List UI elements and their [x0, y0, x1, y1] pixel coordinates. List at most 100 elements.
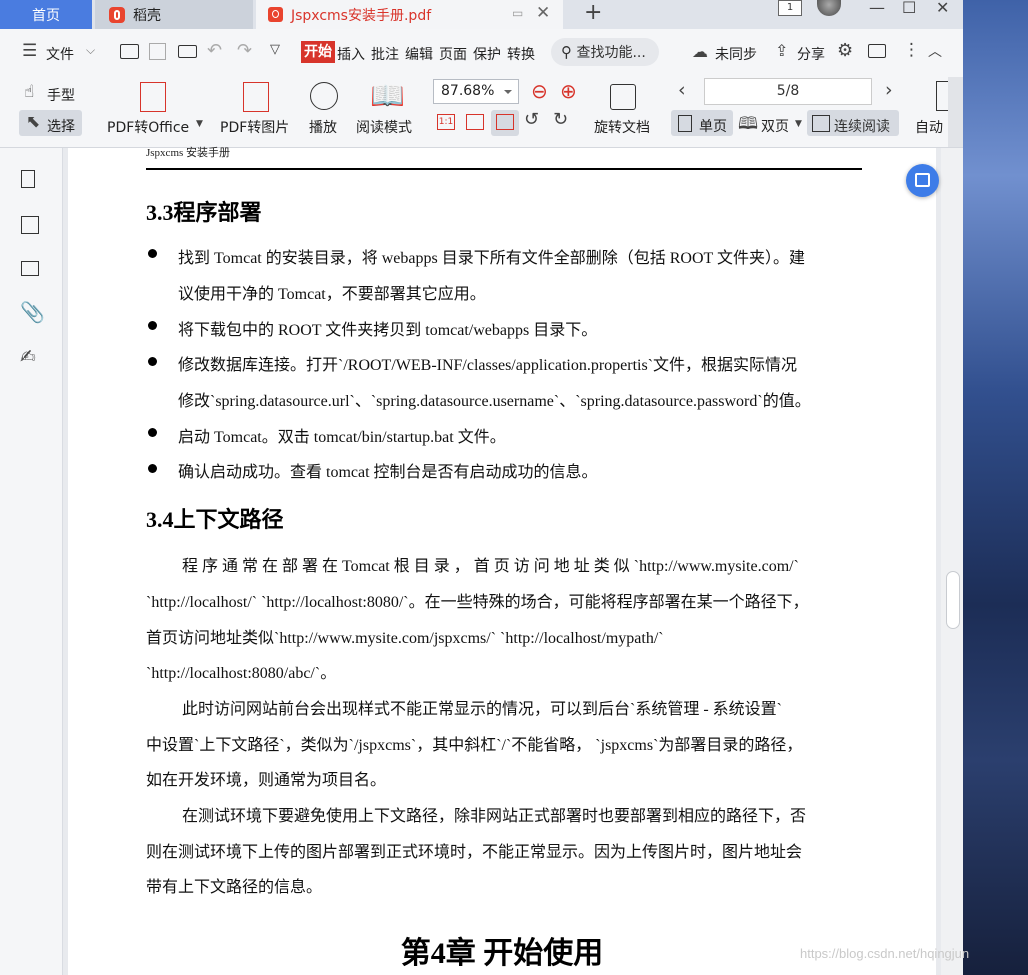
chevron-down-icon-3[interactable]: ▼: [795, 119, 802, 129]
pdf-image-icon[interactable]: [243, 82, 269, 112]
s33-line-5: 修改`spring.datasource.url`、`spring.dataso…: [178, 393, 811, 410]
attachment-icon[interactable]: 📎: [20, 300, 45, 324]
continuous-icon[interactable]: [812, 115, 830, 132]
actual-size-icon[interactable]: 1:1: [437, 114, 455, 130]
rotate-icon[interactable]: [610, 84, 636, 110]
print-icon[interactable]: [178, 45, 197, 58]
auto-scroll-button[interactable]: 自动: [915, 117, 943, 137]
toolbar: ☰ 文件 ⌵ ↶ ↷ ▽ 开始 插入 批注 编辑 页面 保护 转换 ⚲ 查找功能…: [0, 29, 963, 148]
collapse-icon[interactable]: ︿: [928, 41, 942, 61]
save-icon[interactable]: [149, 43, 166, 60]
pin-icon[interactable]: ▭: [512, 6, 523, 20]
bookmark-icon[interactable]: [21, 170, 35, 188]
more-quick-icon[interactable]: ▽: [270, 42, 280, 57]
wps-window: 首页 稻壳 Jspxcms安装手册.pdf ▭ ✕ + 1 — ☐ ✕ ☰ 文件…: [0, 0, 963, 975]
maximize-button[interactable]: ☐: [902, 0, 916, 17]
sync-status[interactable]: 未同步: [715, 44, 757, 64]
s34-line-7: 如在开发环境，则通常为项目名。: [146, 772, 387, 789]
pdf-office-icon[interactable]: [140, 82, 166, 112]
minimize-button[interactable]: —: [869, 0, 885, 17]
cursor-icon[interactable]: ⬉: [26, 112, 40, 132]
tab-insert[interactable]: 插入: [337, 44, 365, 64]
folder-icon[interactable]: [120, 44, 139, 59]
tab-protect[interactable]: 保护: [473, 44, 501, 64]
book-icon[interactable]: 📖: [370, 79, 405, 112]
search-feature-input[interactable]: ⚲ 查找功能...: [551, 38, 659, 66]
play-button[interactable]: 播放: [309, 117, 337, 137]
close-window-button[interactable]: ✕: [936, 0, 949, 17]
tab-annotate[interactable]: 批注: [371, 44, 399, 64]
search-placeholder: 查找功能...: [576, 45, 646, 61]
s34-line-10: 带有上下文路径的信息。: [146, 879, 323, 896]
image-icon[interactable]: [21, 216, 39, 234]
tab-start[interactable]: 开始: [301, 41, 335, 63]
hand-tool[interactable]: 手型: [47, 85, 75, 105]
daoke-logo-icon: [109, 6, 125, 23]
double-page-icon[interactable]: 🕮: [738, 111, 758, 140]
menu-icon[interactable]: ☰: [22, 41, 37, 61]
comment-icon[interactable]: [21, 261, 39, 276]
single-page-icon[interactable]: [678, 115, 692, 132]
select-tool[interactable]: 选择: [47, 116, 75, 136]
share-button[interactable]: 分享: [797, 44, 825, 64]
window-count-badge[interactable]: 1: [778, 0, 802, 16]
next-page-icon[interactable]: ›: [885, 79, 893, 101]
avatar[interactable]: [817, 0, 841, 16]
chevron-down-icon[interactable]: ⌵: [86, 43, 95, 58]
rotate-left-icon[interactable]: ↺: [524, 109, 539, 130]
redo-icon[interactable]: ↷: [237, 40, 252, 61]
extract-image-float-icon[interactable]: [906, 164, 939, 197]
page-number-input[interactable]: 5/8: [704, 78, 872, 105]
sign-icon[interactable]: ✍: [20, 346, 36, 368]
vertical-scrollbar[interactable]: [941, 148, 963, 975]
close-tab-icon[interactable]: ✕: [536, 3, 550, 23]
tab-edit[interactable]: 编辑: [405, 44, 433, 64]
left-sidebar: 📎 ✍: [0, 148, 63, 975]
header-rule: [146, 168, 862, 170]
pdf-to-office-button[interactable]: PDF转Office: [107, 117, 189, 137]
bullet: [148, 249, 157, 258]
chevron-down-icon-2[interactable]: ▼: [196, 119, 203, 129]
toolbar-overflow[interactable]: [948, 77, 963, 147]
tab-document[interactable]: Jspxcms安装手册.pdf ▭ ✕: [256, 0, 563, 29]
gear-icon[interactable]: ⚙: [837, 40, 853, 61]
share-icon[interactable]: ⇪: [775, 41, 788, 60]
file-menu[interactable]: 文件: [46, 44, 74, 64]
undo-icon[interactable]: ↶: [207, 40, 222, 61]
desktop-background: [963, 0, 1028, 975]
zoom-in-icon[interactable]: ⊕: [560, 79, 577, 103]
pdf-to-image-button[interactable]: PDF转图片: [220, 117, 289, 137]
more-icon[interactable]: ⋮: [903, 40, 920, 60]
rotate-document-button[interactable]: 旋转文档: [594, 117, 650, 137]
fit-width-icon[interactable]: [496, 114, 514, 130]
chat-icon[interactable]: [868, 44, 886, 58]
s33-line-6: 启动 Tomcat。双击 tomcat/bin/startup.bat 文件。: [178, 429, 506, 446]
read-mode-button[interactable]: 阅读模式: [356, 117, 412, 137]
running-head: Jspxcms 安装手册: [146, 147, 231, 159]
new-tab-button[interactable]: +: [584, 0, 602, 25]
tab-home[interactable]: 首页: [0, 0, 92, 29]
hand-icon[interactable]: ☝: [24, 82, 34, 102]
s33-line-4: 修改数据库连接。打开`/ROOT/WEB-INF/classes/applica…: [178, 357, 798, 374]
zoom-out-icon[interactable]: ⊖: [531, 79, 548, 103]
rotate-right-icon[interactable]: ↻: [553, 109, 568, 130]
tab-convert[interactable]: 转换: [507, 44, 535, 64]
tab-page[interactable]: 页面: [439, 44, 467, 64]
zoom-select[interactable]: 87.68%: [433, 79, 519, 104]
single-page-button[interactable]: 单页: [699, 116, 727, 136]
double-page-button[interactable]: 双页: [761, 116, 789, 136]
section-3-4-title: 3.4上下文路径: [146, 507, 284, 532]
prev-page-icon[interactable]: ‹: [678, 79, 686, 101]
bullet: [148, 357, 157, 366]
bullet: [148, 428, 157, 437]
tab-bar: 首页 稻壳 Jspxcms安装手册.pdf ▭ ✕ + 1 — ☐ ✕: [0, 0, 963, 30]
play-icon[interactable]: [310, 82, 338, 110]
search-icon: ⚲: [561, 43, 572, 61]
scrollbar-thumb[interactable]: [946, 571, 960, 629]
cloud-icon[interactable]: ☁: [692, 42, 708, 61]
fit-page-icon[interactable]: [466, 114, 484, 130]
s34-line-6: 中设置`上下文路径`，类似为`/jspxcms`，其中斜杠`/`不能省略， `j…: [146, 737, 803, 754]
continuous-read-button[interactable]: 连续阅读: [834, 116, 890, 136]
tab-daoke[interactable]: 稻壳: [95, 0, 253, 29]
bullet: [148, 464, 157, 473]
